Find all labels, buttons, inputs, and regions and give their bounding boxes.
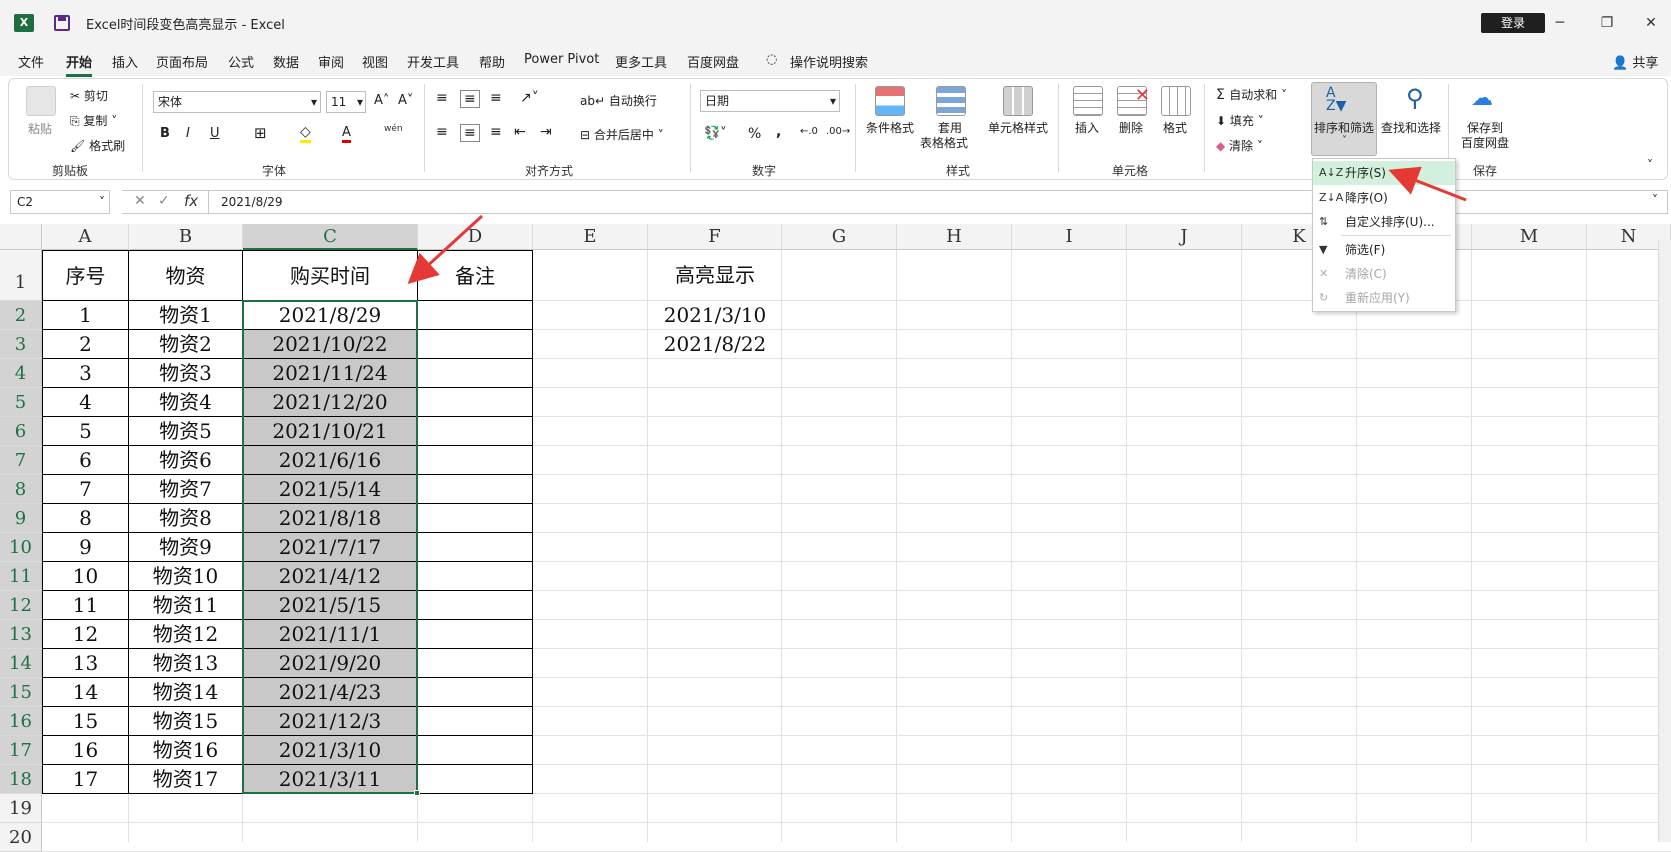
arrow-to-header: [407, 214, 484, 285]
arrow-to-ascending: [1388, 166, 1467, 202]
annotation-arrows: [407, 166, 1467, 285]
